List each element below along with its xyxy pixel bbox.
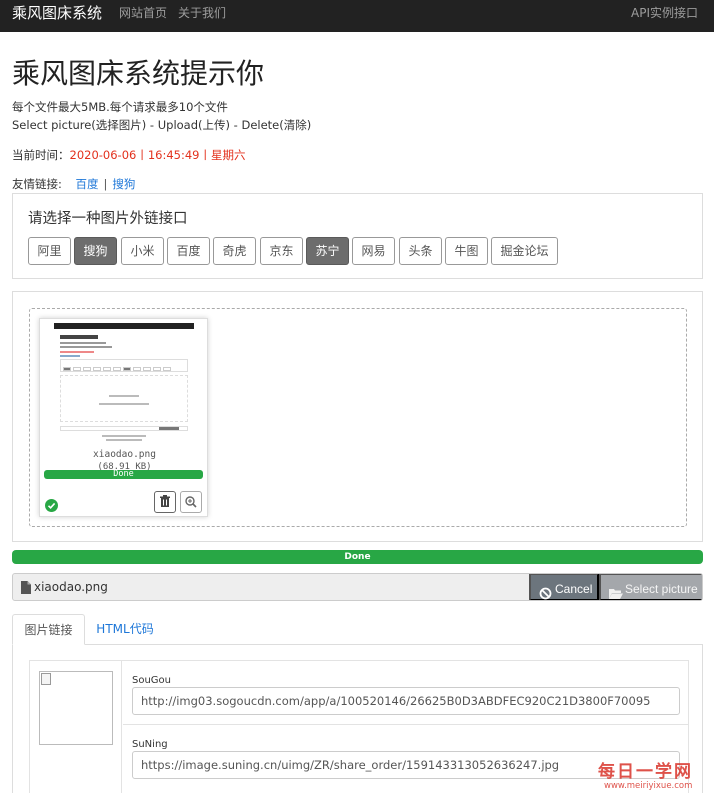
file-icon	[21, 581, 31, 597]
file-caption-bar: xiaodao.png Cancel Select picture	[12, 573, 703, 601]
upload-steps-text: Select picture(选择图片) - Upload(上传) - Dele…	[12, 118, 312, 132]
api-option-niutu[interactable]: 牛图	[445, 237, 488, 265]
api-option-jd[interactable]: 京东	[260, 237, 303, 265]
folder-open-icon	[609, 582, 623, 600]
friend-link-baidu[interactable]: 百度	[76, 177, 99, 191]
file-preview-card: xiaodao.png (68.91 KB) Done	[39, 318, 208, 517]
nav-api-link[interactable]: API实例接口	[631, 5, 698, 21]
current-time-label: 当前时间：	[12, 148, 70, 162]
link-divider: |	[103, 177, 108, 191]
check-circle-icon	[45, 499, 58, 512]
file-drop-zone[interactable]: xiaodao.png (68.91 KB) Done	[29, 308, 687, 527]
tab-html-code[interactable]: HTML代码	[87, 614, 163, 645]
preview-file-name: xiaodao.png	[93, 449, 156, 460]
friend-links-label: 友情链接:	[12, 177, 62, 191]
sougou-link-label: SouGou	[132, 675, 172, 686]
ban-icon	[539, 582, 552, 600]
suning-link-label: SuNing	[132, 739, 168, 750]
api-option-juejin[interactable]: 掘金论坛	[491, 237, 558, 265]
api-option-toutiao[interactable]: 头条	[399, 237, 442, 265]
delete-file-button[interactable]	[154, 491, 176, 513]
broken-image-icon	[41, 673, 51, 685]
api-option-ali[interactable]: 阿里	[28, 237, 71, 265]
api-option-baidu[interactable]: 百度	[167, 237, 210, 265]
select-picture-label: Select picture	[625, 582, 698, 596]
cancel-button[interactable]: Cancel	[529, 574, 599, 600]
zoom-preview-button[interactable]	[180, 491, 202, 513]
page-title: 乘风图床系统提示你	[12, 57, 265, 90]
current-time-row: 当前时间：2020-06-06丨16:45:49丨星期六	[12, 147, 245, 163]
api-option-netease[interactable]: 网易	[352, 237, 395, 265]
watermark-url: www.meiriyixue.com	[604, 781, 693, 791]
cancel-button-label: Cancel	[555, 582, 593, 596]
selected-file-name: xiaodao.png	[34, 580, 108, 594]
api-select-panel: 请选择一种图片外链接口 阿里 搜狗 小米 百度 奇虎 京东 苏宁 网易 头条 牛…	[12, 193, 703, 279]
friend-link-sogou[interactable]: 搜狗	[112, 177, 135, 191]
upload-limit-text: 每个文件最大5MB.每个请求最多10个文件	[12, 100, 228, 114]
upload-panel: xiaodao.png (68.91 KB) Done	[12, 291, 703, 542]
friend-links-row: 友情链接: 百度 | 搜狗	[12, 176, 135, 192]
current-time-value: 2020-06-06丨16:45:49丨星期六	[69, 148, 246, 162]
preview-done-bar: Done	[44, 470, 203, 479]
result-image-cell	[30, 661, 122, 793]
tab-image-links[interactable]: 图片链接	[12, 614, 85, 645]
watermark-logo: 每日一学网	[598, 762, 693, 782]
nav-about-link[interactable]: 关于我们	[178, 5, 226, 21]
select-picture-button[interactable]: Select picture	[599, 574, 702, 600]
result-row-divider	[123, 724, 689, 725]
api-option-xiaomi[interactable]: 小米	[121, 237, 164, 265]
api-option-sogou[interactable]: 搜狗	[74, 237, 117, 265]
nav-home-link[interactable]: 网站首页	[119, 5, 167, 21]
preview-thumbnail-image[interactable]	[54, 323, 194, 446]
top-navbar: 乘风图床系统 网站首页 关于我们 API实例接口	[0, 0, 714, 32]
trash-icon	[155, 495, 175, 515]
broken-image-placeholder	[39, 671, 113, 745]
api-select-title: 请选择一种图片外链接口	[28, 211, 188, 227]
zoom-in-icon	[181, 496, 201, 515]
result-table: SouGou http://img03.sogoucdn.com/app/a/1…	[29, 660, 689, 793]
brand-logo-text[interactable]: 乘风图床系统	[12, 4, 102, 22]
sougou-link-field[interactable]: http://img03.sogoucdn.com/app/a/10052014…	[132, 687, 680, 715]
api-option-qihu[interactable]: 奇虎	[213, 237, 256, 265]
api-option-suning[interactable]: 苏宁	[306, 237, 349, 265]
upload-progress-bar: Done	[12, 550, 703, 564]
